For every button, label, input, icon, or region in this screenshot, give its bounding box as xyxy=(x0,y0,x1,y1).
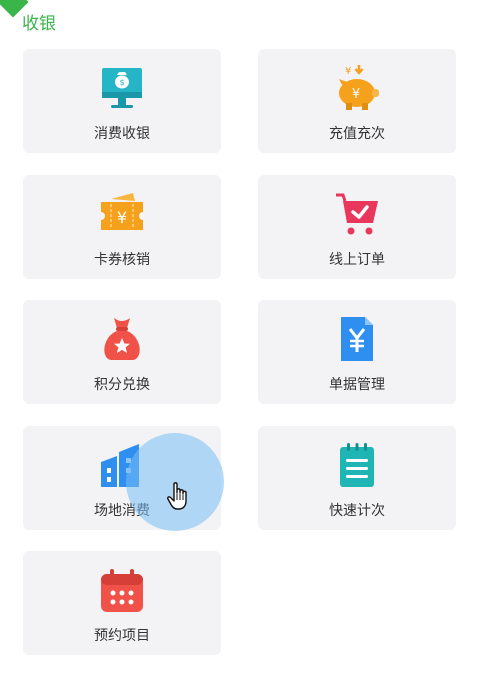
building-icon xyxy=(97,440,147,490)
tile-venue-consumption[interactable]: 场地消费 xyxy=(23,426,221,530)
money-bag-icon xyxy=(97,314,147,364)
tile-label: 单据管理 xyxy=(329,377,385,393)
shopping-cart-icon xyxy=(332,189,382,239)
tile-coupon-redeem[interactable]: ¥ 卡券核销 xyxy=(23,175,221,279)
tile-online-orders[interactable]: 线上订单 xyxy=(258,175,456,279)
section-title: 收银 xyxy=(22,14,56,34)
coupon-ticket-icon: ¥ xyxy=(97,189,147,239)
tile-recharge[interactable]: ¥ ¥ 充值充次 xyxy=(258,49,456,153)
notepad-icon xyxy=(332,440,382,490)
tile-label: 线上订单 xyxy=(329,252,385,268)
cashier-panel: 收银 $ 消费收银 ¥ ¥ 充值充次 ¥ 卡券核销 线上订单 积分兑换 单据管理… xyxy=(0,0,480,673)
tile-label: 卡券核销 xyxy=(94,252,150,268)
tile-label: 场地消费 xyxy=(94,503,150,519)
piggy-bank-icon: ¥ ¥ xyxy=(332,63,382,113)
calendar-icon xyxy=(97,565,147,615)
tile-label: 快速计次 xyxy=(329,503,385,519)
receipt-document-icon xyxy=(332,314,382,364)
tile-label: 积分兑换 xyxy=(94,377,150,393)
tile-label: 预约项目 xyxy=(94,628,150,644)
tile-quick-count[interactable]: 快速计次 xyxy=(258,426,456,530)
tile-consume-checkout[interactable]: $ 消费收银 xyxy=(23,49,221,153)
svg-text:¥: ¥ xyxy=(117,208,127,227)
tile-appointment[interactable]: 预约项目 xyxy=(23,551,221,655)
svg-text:$: $ xyxy=(119,78,124,87)
tile-points-exchange[interactable]: 积分兑换 xyxy=(23,300,221,404)
svg-text:¥: ¥ xyxy=(352,87,360,102)
svg-text:¥: ¥ xyxy=(345,66,351,77)
tile-label: 充值充次 xyxy=(329,126,385,142)
tile-label: 消费收银 xyxy=(94,126,150,142)
tile-document-management[interactable]: 单据管理 xyxy=(258,300,456,404)
cash-register-monitor-icon: $ xyxy=(97,63,147,113)
